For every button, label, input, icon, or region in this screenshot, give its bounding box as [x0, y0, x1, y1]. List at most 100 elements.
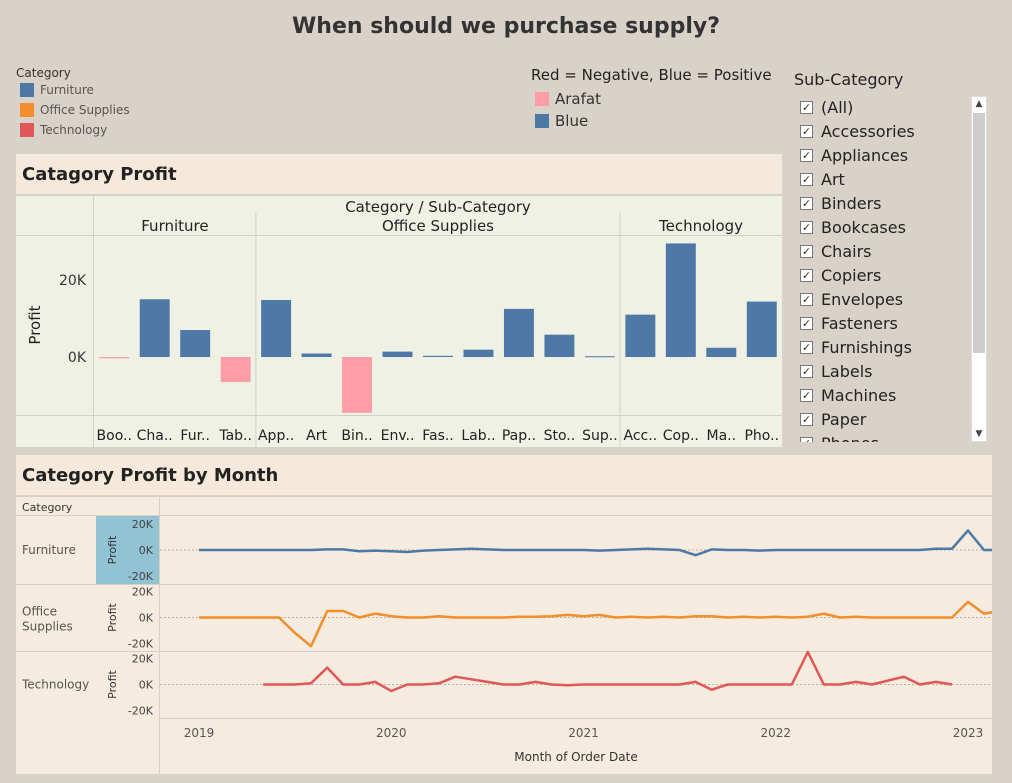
legend-item-furniture[interactable]: Furniture	[20, 80, 176, 100]
x-tick-label: 2023	[953, 726, 984, 740]
x-tick-label: 2019	[184, 726, 215, 740]
row-label: Supplies	[22, 620, 73, 634]
legend-item-office-supplies[interactable]: Office Supplies	[20, 100, 176, 120]
filter-item-envelopes[interactable]: ✓ Envelopes	[800, 287, 965, 311]
bar	[261, 300, 292, 357]
legend-swatch	[20, 83, 34, 97]
filter-item-copiers[interactable]: ✓ Copiers	[800, 263, 965, 287]
x-tick-label: 2021	[568, 726, 599, 740]
filter-item-label: Bookcases	[821, 217, 906, 237]
filter-item-chairs[interactable]: ✓ Chairs	[800, 239, 965, 263]
checkbox[interactable]: ✓	[800, 316, 813, 330]
x-tick-label: Art	[306, 428, 327, 444]
y-tick-label: 0K	[139, 612, 154, 625]
filter-item-paper[interactable]: ✓ Paper	[800, 407, 965, 431]
legend-item-technology[interactable]: Technology	[20, 120, 176, 140]
row-label: Technology	[21, 678, 89, 692]
filter-item-phones[interactable]: ✓ Phones	[800, 431, 965, 442]
bar	[139, 299, 170, 357]
bar	[301, 353, 332, 357]
bar	[584, 356, 615, 358]
checkbox[interactable]: ✓	[800, 220, 813, 234]
x-tick-label: App..	[258, 428, 294, 444]
category-legend: Category Furniture Office Supplies Techn…	[16, 66, 176, 140]
x-tick-label: Bin..	[341, 428, 372, 444]
filter-item-furnishings[interactable]: ✓ Furnishings	[800, 335, 965, 359]
line-chart-title: Category Profit by Month	[16, 455, 992, 495]
checkbox[interactable]: ✓	[800, 436, 813, 442]
filter-item-art[interactable]: ✓ Art	[800, 167, 965, 191]
legend-label: Office Supplies	[40, 103, 130, 117]
legend-item-arafat[interactable]: Arafat	[535, 88, 781, 110]
filter-item-binders[interactable]: ✓ Binders	[800, 191, 965, 215]
checkbox[interactable]: ✓	[800, 100, 813, 114]
filter-item-labels[interactable]: ✓ Labels	[800, 359, 965, 383]
bar	[220, 357, 251, 383]
x-tick-label: Ma..	[707, 428, 737, 444]
bar	[99, 357, 130, 359]
filter-scrollbar[interactable]: ▲ ▼	[971, 96, 987, 442]
filter-list: ✓ (All) ✓ Accessories ✓ Appliances ✓ Art ✓ Binder…	[800, 95, 965, 442]
checkbox[interactable]: ✓	[800, 244, 813, 258]
bar-chart-title: Catagory Profit	[16, 154, 782, 194]
legend-swatch	[20, 103, 34, 117]
filter-item-machines[interactable]: ✓ Machines	[800, 383, 965, 407]
legend-label: Blue	[555, 112, 589, 130]
group-header: Technology	[658, 217, 743, 235]
checkbox[interactable]: ✓	[800, 340, 813, 354]
y-tick-label: 20K	[132, 586, 154, 599]
row-label: Office	[22, 605, 57, 619]
legend-label: Arafat	[555, 90, 601, 108]
filter-item-appliances[interactable]: ✓ Appliances	[800, 143, 965, 167]
scrollbar-thumb[interactable]	[973, 113, 985, 353]
category-legend-title: Category	[16, 66, 71, 80]
checkbox[interactable]: ✓	[800, 124, 813, 138]
x-tick-label: Acc..	[624, 428, 658, 444]
y-tick-label: 0K	[139, 544, 154, 557]
y-axis-label: Profit	[106, 535, 119, 564]
bar-chart: Category / Sub-Category Profit 0K 20K Furnit…	[16, 195, 782, 447]
checkbox[interactable]: ✓	[800, 388, 813, 402]
checkbox[interactable]: ✓	[800, 196, 813, 210]
checkbox[interactable]: ✓	[800, 292, 813, 306]
row-header: Category	[22, 501, 73, 514]
column-header: Category / Sub-Category	[345, 198, 531, 216]
filter-item-label: Labels	[821, 361, 873, 381]
checkbox[interactable]: ✓	[800, 172, 813, 186]
legend-item-blue[interactable]: Blue	[535, 110, 781, 132]
checkbox[interactable]: ✓	[800, 364, 813, 378]
color-legend-title: Red = Negative, Blue = Positive	[531, 66, 772, 84]
checkbox[interactable]: ✓	[800, 412, 813, 426]
group-header: Furniture	[141, 217, 208, 235]
filter-item-bookcases[interactable]: ✓ Bookcases	[800, 215, 965, 239]
y-axis-label: Profit	[106, 669, 119, 698]
x-tick-label: Lab..	[461, 428, 495, 444]
bar	[463, 349, 494, 357]
bar	[382, 351, 413, 357]
filter-item-label: Copiers	[821, 265, 882, 285]
filter-item-all[interactable]: ✓ (All)	[800, 95, 965, 119]
y-tick-label: 20K	[132, 518, 154, 531]
color-legend: Red = Negative, Blue = Positive Arafat B…	[531, 66, 781, 132]
legend-label: Technology	[40, 123, 108, 137]
chevron-down-icon[interactable]: ▼	[972, 427, 986, 441]
x-tick-label: Pho..	[744, 428, 779, 444]
y-tick-label: 20K	[132, 653, 154, 666]
bar	[665, 243, 696, 357]
y-tick-label: -20K	[128, 570, 154, 583]
x-tick-label: Tab..	[218, 428, 252, 444]
chevron-up-icon[interactable]: ▲	[972, 97, 986, 111]
y-axis-label: Profit	[106, 602, 119, 631]
checkbox[interactable]: ✓	[800, 268, 813, 282]
checkbox[interactable]: ✓	[800, 148, 813, 162]
x-tick-label: Cha..	[137, 428, 173, 444]
filter-item-fasteners[interactable]: ✓ Fasteners	[800, 311, 965, 335]
filter-item-label: Furnishings	[821, 337, 912, 357]
y-tick-label: -20K	[128, 705, 154, 718]
bar	[625, 314, 656, 357]
x-tick-label: Fas..	[422, 428, 454, 444]
filter-item-label: Binders	[821, 193, 882, 213]
filter-item-accessories[interactable]: ✓ Accessories	[800, 119, 965, 143]
legend-label: Furniture	[40, 83, 94, 97]
filter-item-label: (All)	[821, 97, 854, 117]
